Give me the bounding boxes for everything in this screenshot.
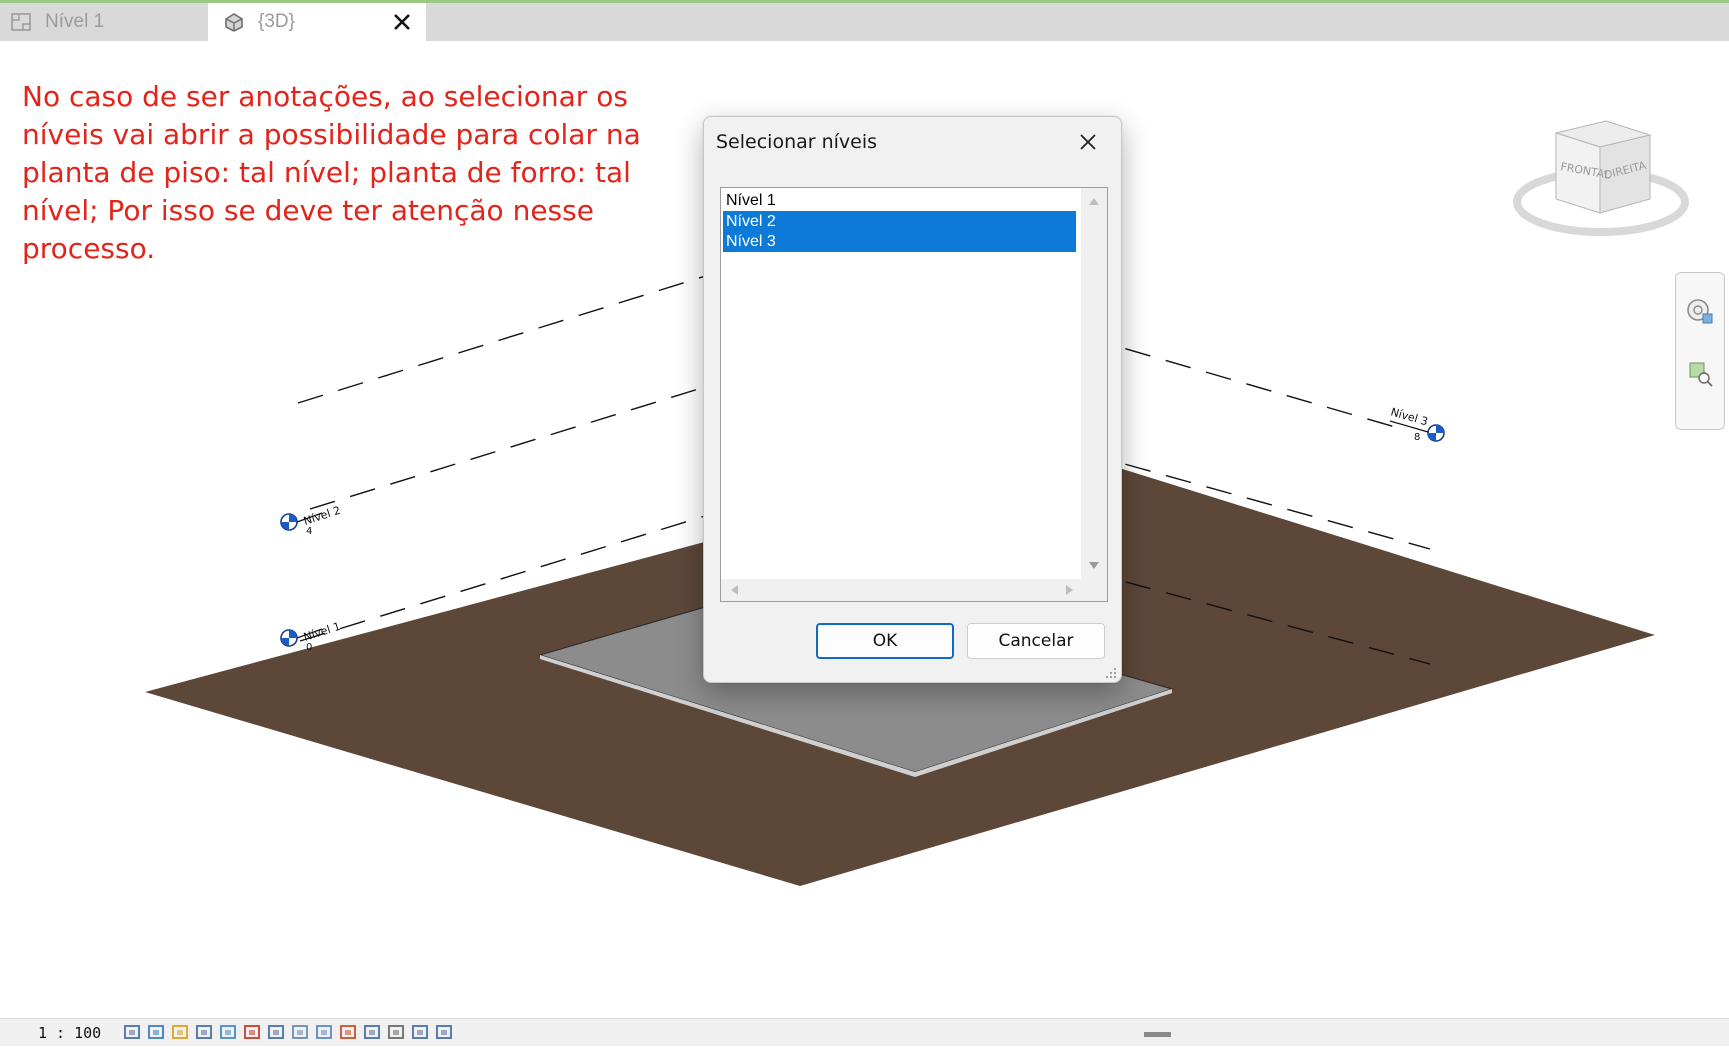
- close-icon[interactable]: [1068, 125, 1108, 159]
- 3d-house-icon: [222, 10, 246, 34]
- list-item[interactable]: Nível 1: [723, 190, 1076, 211]
- annotation-text: No caso de ser anotações, ao selecionar …: [22, 80, 641, 265]
- level-label: Nível 1: [302, 620, 342, 644]
- dialog-title: Selecionar níveis: [716, 131, 878, 153]
- show-crop-icon[interactable]: [266, 1022, 286, 1042]
- view-tab-bar: Nível 1 {3D}: [0, 3, 1729, 41]
- level-label: Nível 2: [302, 504, 342, 528]
- level-elevation: 0: [306, 642, 312, 653]
- vertical-scrollbar[interactable]: [1081, 188, 1107, 579]
- visual-style-icon[interactable]: [146, 1022, 166, 1042]
- list-item[interactable]: Nível 3: [723, 231, 1076, 252]
- zoom-region-icon[interactable]: [1685, 359, 1715, 389]
- scroll-up-icon[interactable]: [1089, 198, 1099, 205]
- temporary-hide-icon[interactable]: [314, 1022, 334, 1042]
- reveal-hidden-icon[interactable]: [338, 1022, 358, 1042]
- reveal-constraints-icon[interactable]: [434, 1022, 454, 1042]
- level-line-3: [297, 258, 761, 404]
- crop-view-icon[interactable]: [242, 1022, 262, 1042]
- level-head-3: Nível 3 8: [1389, 405, 1445, 443]
- view-scale[interactable]: 1 : 100: [38, 1024, 101, 1042]
- highlight-displacement-icon[interactable]: [410, 1022, 430, 1042]
- status-indicator: [1144, 1032, 1171, 1037]
- close-tab-icon[interactable]: [390, 10, 414, 34]
- tab-nivel-1[interactable]: Nível 1: [0, 3, 205, 41]
- sun-path-icon[interactable]: [170, 1022, 190, 1042]
- rendering-icon[interactable]: [218, 1022, 238, 1042]
- viewcube[interactable]: FRONTAL DIREITA: [1510, 115, 1692, 245]
- worksharing-icon[interactable]: [362, 1022, 382, 1042]
- navigation-bar: [1675, 272, 1725, 430]
- level-elevation: 4: [306, 526, 312, 537]
- shadows-icon[interactable]: [194, 1022, 214, 1042]
- select-levels-dialog: Selecionar níveis Nível 1 Nível 2 Nível …: [703, 116, 1122, 683]
- tab-3d[interactable]: {3D}: [208, 3, 426, 41]
- analytical-model-icon[interactable]: [386, 1022, 406, 1042]
- tab-label: {3D}: [258, 11, 295, 32]
- unlock-3d-icon[interactable]: [290, 1022, 310, 1042]
- scroll-right-icon[interactable]: [1066, 585, 1073, 595]
- cancel-button[interactable]: Cancelar: [967, 623, 1105, 659]
- level-line-2: [309, 369, 761, 510]
- levels-listbox[interactable]: Nível 1 Nível 2 Nível 3: [720, 187, 1108, 602]
- detail-level-icon[interactable]: [122, 1022, 142, 1042]
- view-control-bar: 1 : 100: [0, 1018, 1729, 1046]
- steering-wheel-icon[interactable]: [1685, 297, 1715, 327]
- scroll-left-icon[interactable]: [731, 585, 738, 595]
- list-item[interactable]: Nível 2: [723, 211, 1076, 232]
- horizontal-scrollbar[interactable]: [721, 579, 1081, 601]
- ok-button[interactable]: OK: [816, 623, 954, 659]
- scrollbar-corner: [1081, 579, 1107, 601]
- floor-plan-icon: [9, 10, 33, 34]
- level-label: Nível 3: [1389, 405, 1429, 428]
- scroll-down-icon[interactable]: [1089, 562, 1099, 569]
- tab-label: Nível 1: [45, 11, 105, 32]
- resize-grip-icon[interactable]: [1105, 666, 1117, 678]
- level-elevation: 8: [1414, 432, 1420, 443]
